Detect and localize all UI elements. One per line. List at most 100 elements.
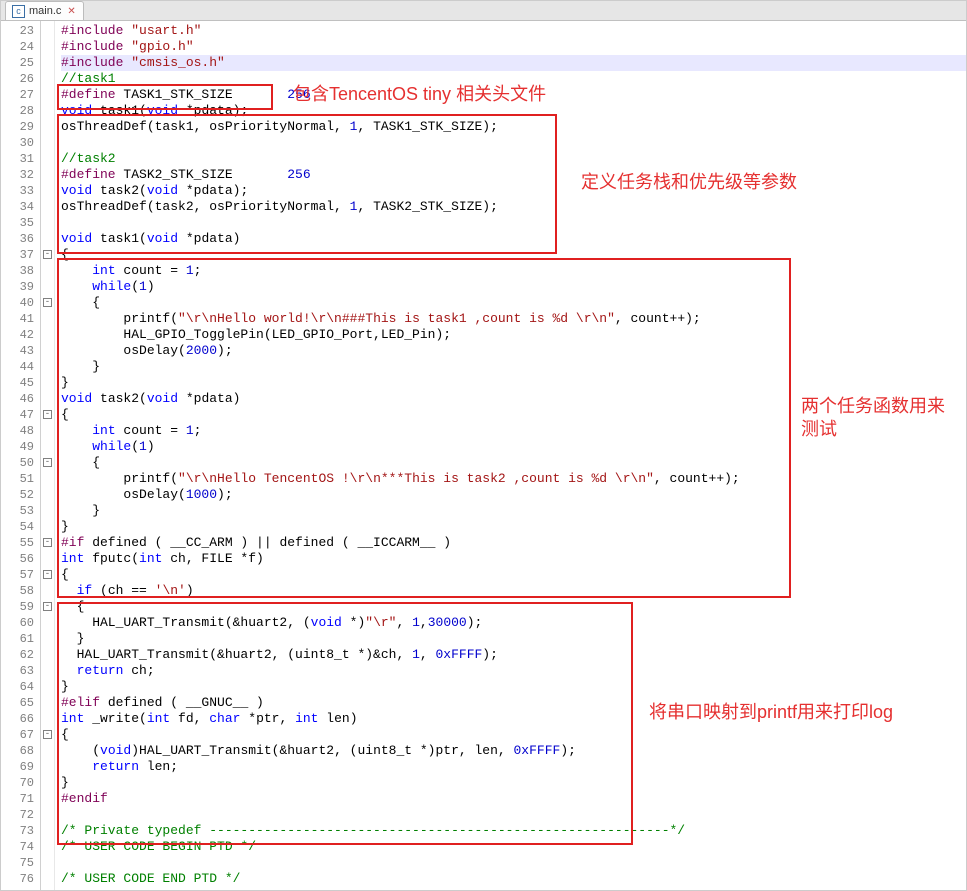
code-line[interactable]: #elif defined ( __GNUC__ ) [61, 695, 966, 711]
code-line[interactable]: { [61, 727, 966, 743]
code-line[interactable]: return ch; [61, 663, 966, 679]
line-number: 75 [1, 855, 34, 871]
code-line[interactable]: printf("\r\nHello TencentOS !\r\n***This… [61, 471, 966, 487]
code-line[interactable]: while(1) [61, 279, 966, 295]
line-number: 56 [1, 551, 34, 567]
line-number: 34 [1, 199, 34, 215]
code-line[interactable]: (void)HAL_UART_Transmit(&huart2, (uint8_… [61, 743, 966, 759]
code-line[interactable]: void task1(void *pdata) [61, 231, 966, 247]
code-line[interactable]: } [61, 519, 966, 535]
code-line[interactable]: #endif [61, 791, 966, 807]
code-line[interactable]: { [61, 599, 966, 615]
line-number: 31 [1, 151, 34, 167]
line-number: 44 [1, 359, 34, 375]
tab-filename: main.c [29, 5, 61, 17]
line-number: 29 [1, 119, 34, 135]
line-number: 62 [1, 647, 34, 663]
code-line[interactable]: } [61, 359, 966, 375]
code-line[interactable]: int _write(int fd, char *ptr, int len) [61, 711, 966, 727]
code-line[interactable]: if (ch == '\n') [61, 583, 966, 599]
code-line[interactable]: return len; [61, 759, 966, 775]
line-number: 33 [1, 183, 34, 199]
code-line[interactable]: //task1 [61, 71, 966, 87]
code-line[interactable]: int fputc(int ch, FILE *f) [61, 551, 966, 567]
code-line[interactable] [61, 855, 966, 871]
code-line[interactable]: { [61, 295, 966, 311]
line-number: 71 [1, 791, 34, 807]
line-number: 35 [1, 215, 34, 231]
code-line[interactable]: #include "gpio.h" [61, 39, 966, 55]
line-number-gutter: 2324252627282930313233343536373839404142… [1, 21, 41, 890]
code-line[interactable]: osDelay(1000); [61, 487, 966, 503]
line-number: 55 [1, 535, 34, 551]
code-line[interactable]: /* USER CODE BEGIN PTD */ [61, 839, 966, 855]
code-line[interactable]: void task2(void *pdata); [61, 183, 966, 199]
code-line[interactable]: void task2(void *pdata) [61, 391, 966, 407]
fold-toggle-icon[interactable]: - [43, 458, 52, 467]
line-number: 32 [1, 167, 34, 183]
code-line[interactable] [61, 135, 966, 151]
line-number: 76 [1, 871, 34, 887]
code-content[interactable]: #include "usart.h"#include "gpio.h"#incl… [55, 21, 966, 890]
code-line[interactable]: printf("\r\nHello world!\r\n###This is t… [61, 311, 966, 327]
code-line[interactable]: } [61, 375, 966, 391]
code-line[interactable]: HAL_UART_Transmit(&huart2, (void *)"\r",… [61, 615, 966, 631]
code-line[interactable]: { [61, 567, 966, 583]
fold-toggle-icon[interactable]: - [43, 410, 52, 419]
code-line[interactable]: } [61, 679, 966, 695]
tab-bar: c main.c ✕ [1, 1, 966, 21]
code-area: 2324252627282930313233343536373839404142… [1, 21, 966, 890]
code-line[interactable]: osDelay(2000); [61, 343, 966, 359]
code-line[interactable]: { [61, 455, 966, 471]
line-number: 61 [1, 631, 34, 647]
code-line[interactable]: } [61, 503, 966, 519]
code-line[interactable]: int count = 1; [61, 423, 966, 439]
code-line[interactable]: while(1) [61, 439, 966, 455]
fold-toggle-icon[interactable]: - [43, 250, 52, 259]
code-line[interactable]: { [61, 247, 966, 263]
code-line[interactable]: osThreadDef(task1, osPriorityNormal, 1, … [61, 119, 966, 135]
code-line[interactable]: /* USER CODE END PTD */ [61, 871, 966, 887]
line-number: 43 [1, 343, 34, 359]
line-number: 53 [1, 503, 34, 519]
code-line[interactable]: HAL_UART_Transmit(&huart2, (uint8_t *)&c… [61, 647, 966, 663]
code-line[interactable]: HAL_GPIO_TogglePin(LED_GPIO_Port,LED_Pin… [61, 327, 966, 343]
code-line[interactable]: #if defined ( __CC_ARM ) || defined ( __… [61, 535, 966, 551]
code-line[interactable]: } [61, 775, 966, 791]
line-number: 59 [1, 599, 34, 615]
code-line[interactable]: #define TASK2_STK_SIZE 256 [61, 167, 966, 183]
line-number: 26 [1, 71, 34, 87]
editor-window: c main.c ✕ 23242526272829303132333435363… [0, 0, 967, 891]
code-line[interactable]: int count = 1; [61, 263, 966, 279]
code-line[interactable]: //task2 [61, 151, 966, 167]
code-line[interactable]: { [61, 407, 966, 423]
tab-main-c[interactable]: c main.c ✕ [5, 1, 84, 20]
code-line[interactable]: /* Private typedef ---------------------… [61, 823, 966, 839]
line-number: 74 [1, 839, 34, 855]
line-number: 37 [1, 247, 34, 263]
fold-toggle-icon[interactable]: - [43, 730, 52, 739]
line-number: 45 [1, 375, 34, 391]
code-line[interactable]: #include "usart.h" [61, 23, 966, 39]
fold-toggle-icon[interactable]: - [43, 602, 52, 611]
line-number: 41 [1, 311, 34, 327]
c-file-icon: c [12, 5, 25, 18]
line-number: 70 [1, 775, 34, 791]
code-line[interactable]: #include "cmsis_os.h" [61, 55, 966, 71]
fold-toggle-icon[interactable]: - [43, 538, 52, 547]
fold-toggle-icon[interactable]: - [43, 570, 52, 579]
close-icon[interactable]: ✕ [67, 6, 77, 16]
line-number: 51 [1, 471, 34, 487]
code-line[interactable]: osThreadDef(task2, osPriorityNormal, 1, … [61, 199, 966, 215]
code-line[interactable] [61, 807, 966, 823]
line-number: 52 [1, 487, 34, 503]
code-line[interactable]: } [61, 631, 966, 647]
line-number: 27 [1, 87, 34, 103]
line-number: 48 [1, 423, 34, 439]
line-number: 63 [1, 663, 34, 679]
code-line[interactable]: #define TASK1_STK_SIZE 256 [61, 87, 966, 103]
code-line[interactable] [61, 215, 966, 231]
fold-toggle-icon[interactable]: - [43, 298, 52, 307]
line-number: 23 [1, 23, 34, 39]
code-line[interactable]: void task1(void *pdata); [61, 103, 966, 119]
